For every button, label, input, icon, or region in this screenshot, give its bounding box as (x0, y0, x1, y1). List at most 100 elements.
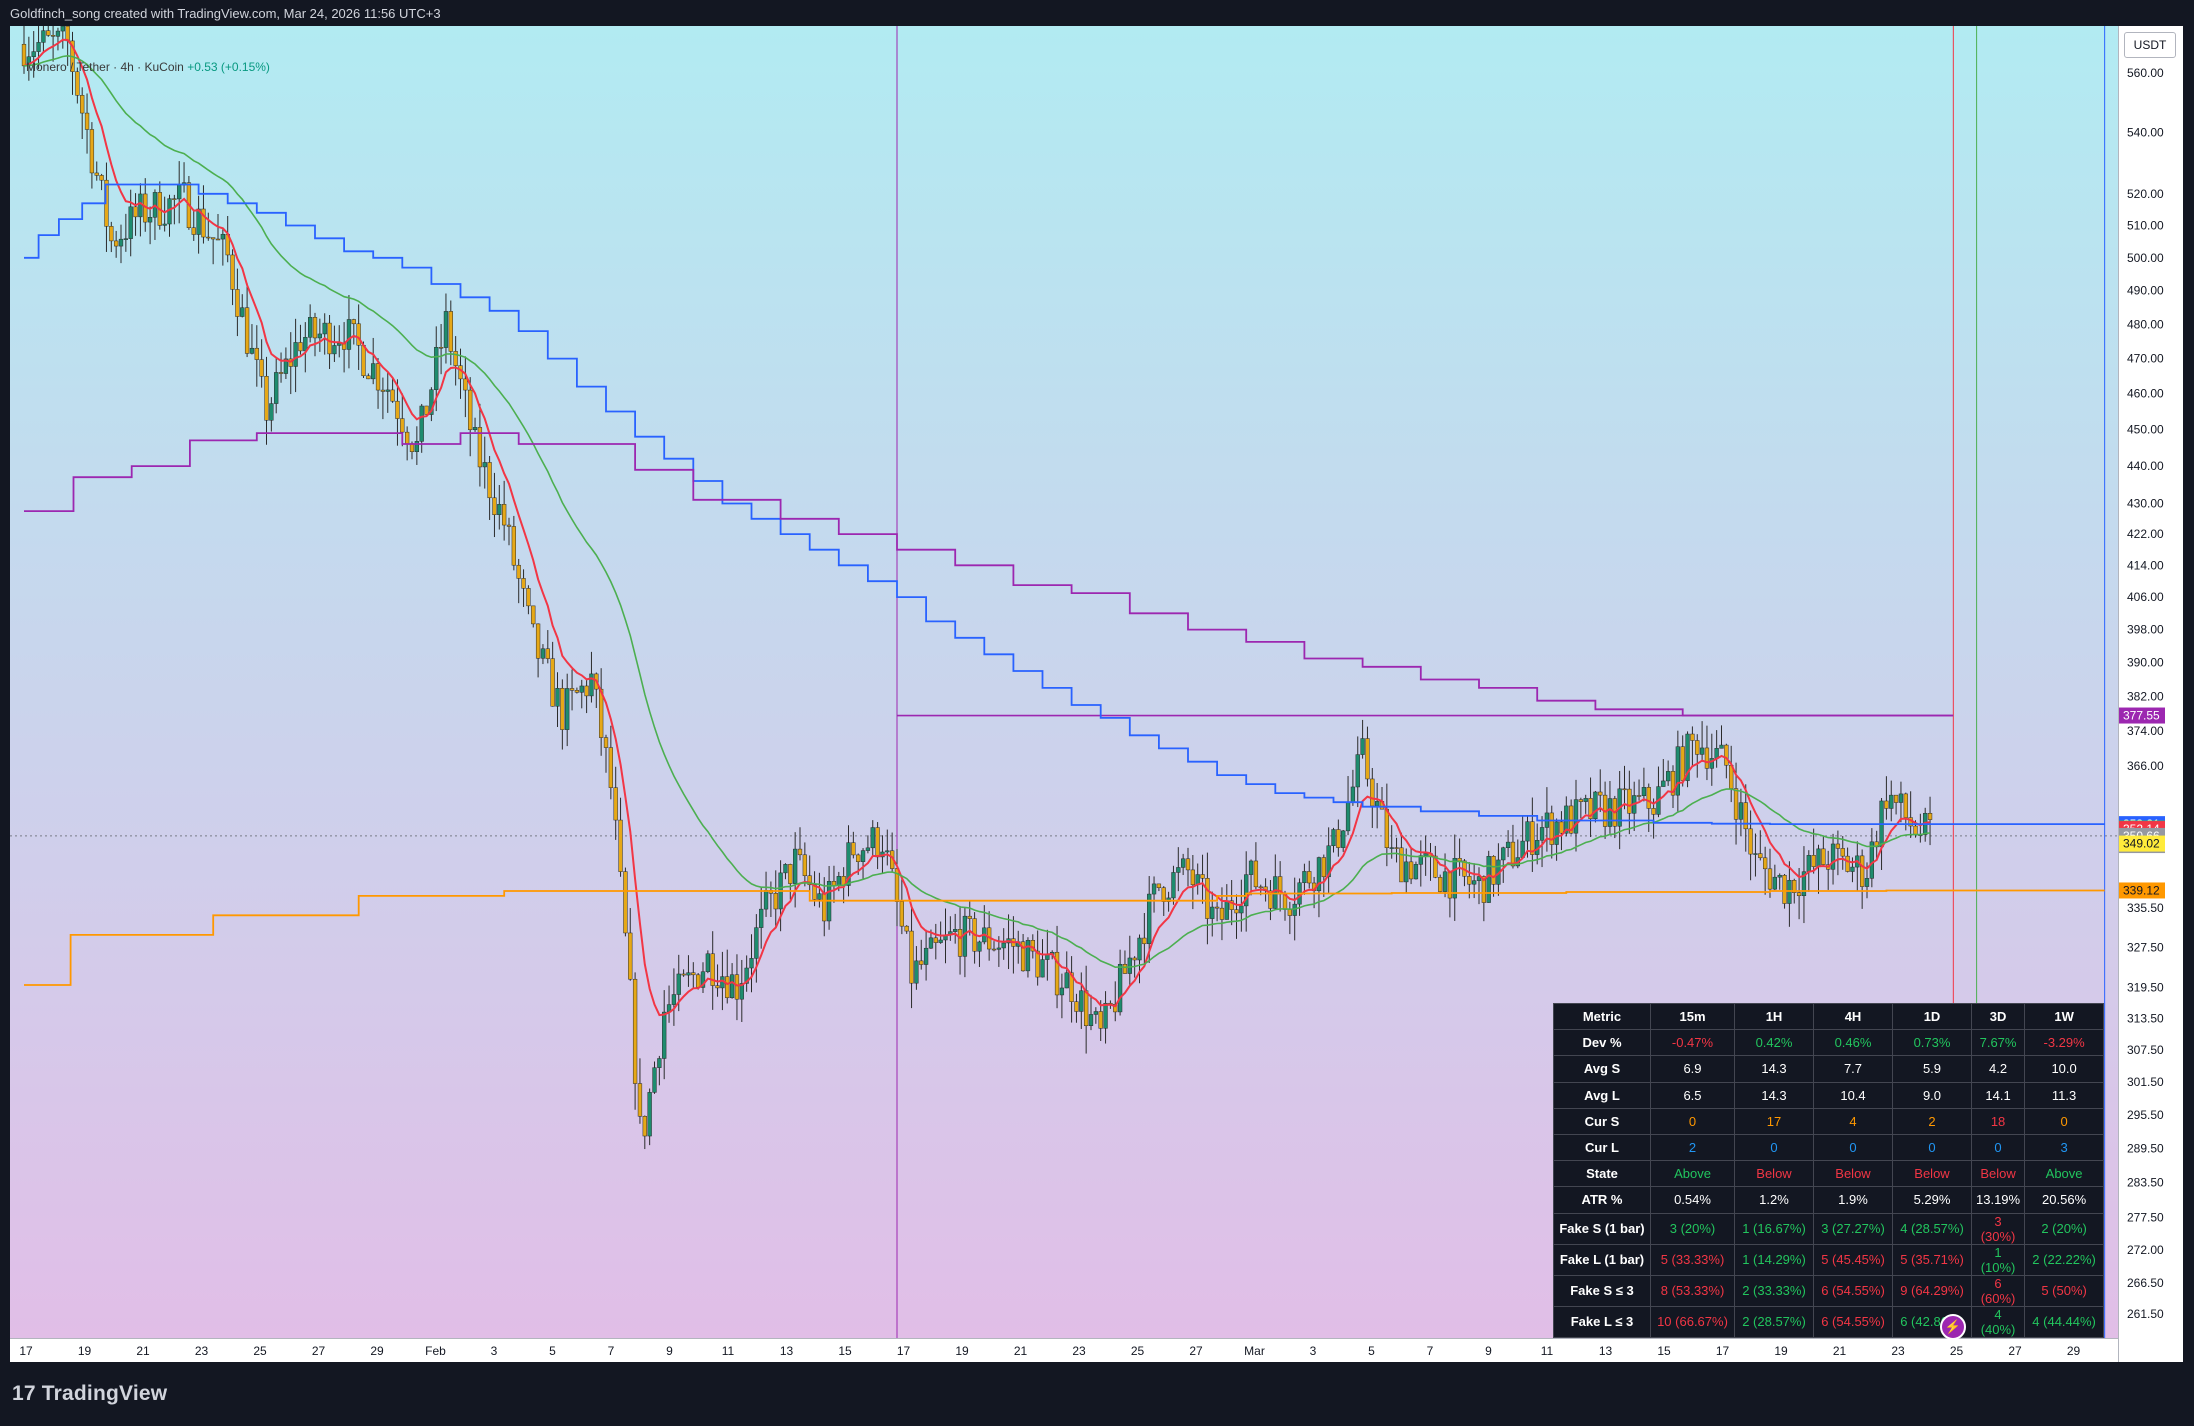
metrics-cell: 4 (1813, 1107, 1893, 1135)
metrics-cell: 6.5 (1650, 1081, 1735, 1109)
time-tick-label: 19 (955, 1344, 969, 1358)
time-tick-label: 7 (1427, 1344, 1434, 1358)
metrics-cell: 0 (1813, 1133, 1893, 1162)
metrics-cell: 0.73% (1892, 1029, 1972, 1057)
metrics-cell: 1.9% (1813, 1186, 1893, 1214)
candle (1593, 790, 1598, 823)
time-tick-label: 21 (1833, 1344, 1847, 1358)
metrics-row-label: State (1553, 1160, 1651, 1188)
candle (1685, 731, 1690, 788)
price-tick-label: 520.00 (2127, 187, 2164, 201)
time-tick-label: Feb (425, 1344, 446, 1358)
bottom-bar (0, 1362, 2194, 1426)
metrics-header-cell: 1H (1734, 1002, 1814, 1031)
metrics-cell: 5.9 (1892, 1055, 1972, 1083)
metrics-cell: 10 (66.67%) (1650, 1305, 1735, 1338)
price-tick-label: 283.50 (2127, 1175, 2164, 1189)
candle (623, 867, 628, 937)
metrics-cell: 0 (1734, 1133, 1814, 1162)
price-tick-label: 398.00 (2127, 623, 2164, 637)
metrics-cell: 3 (27.27%) (1813, 1212, 1893, 1245)
price-tick-label: 307.50 (2127, 1043, 2164, 1057)
metrics-cell: 4.2 (1970, 1055, 2026, 1083)
time-tick-label: 5 (1368, 1344, 1375, 1358)
metrics-row: Fake L (1 bar) 5 (33.33%) 1 (14.29%) 5 (45.… (1553, 1243, 2105, 1276)
metrics-row-label: Fake L ≤ 3 (1553, 1305, 1651, 1338)
metrics-row: Dev % -0.47% 0.42% 0.46% 0.73% 7.67% -3.29% (1553, 1029, 2105, 1057)
metrics-row-label: Fake S ≤ 3 (1553, 1274, 1651, 1307)
metrics-row-label: Cur L (1553, 1133, 1651, 1162)
price-tick-label: 510.00 (2127, 218, 2164, 232)
time-tick-label: 15 (1657, 1344, 1671, 1358)
metrics-cell: 3 (2024, 1133, 2105, 1162)
metrics-cell: 1 (10%) (1970, 1243, 2026, 1276)
price-tick-label: 261.50 (2127, 1307, 2164, 1321)
metrics-header-cell: 4H (1813, 1002, 1893, 1031)
metrics-cell: 10.0 (2024, 1055, 2105, 1083)
price-axis[interactable]: 560.00 540.00 520.00 510.00 500.00 490.00 480.… (2118, 26, 2183, 1362)
metrics-cell: 2 (20%) (2024, 1212, 2105, 1245)
tradingview-logo-icon: 17 (12, 1382, 36, 1405)
time-tick-label: 25 (1131, 1344, 1145, 1358)
metrics-row-label: Avg S (1553, 1055, 1651, 1083)
metrics-cell: 2 (22.22%) (2024, 1243, 2105, 1276)
price-tick-label: 450.00 (2127, 422, 2164, 436)
time-axis[interactable]: 17 19 21 23 25 27 29 Feb 3 5 7 9 11 13 15 17 19 21 23 25 27 M… (10, 1338, 2118, 1363)
metrics-cell: 14.3 (1734, 1055, 1814, 1083)
candle (1438, 874, 1443, 893)
metrics-cell: 7.7 (1813, 1055, 1893, 1083)
price-tick-label: 560.00 (2127, 66, 2164, 80)
price-badge: 349.02 (2119, 835, 2165, 852)
price-tick-label: 500.00 (2127, 251, 2164, 265)
metrics-cell: 7.67% (1970, 1029, 2026, 1057)
metrics-cell: 11.3 (2024, 1081, 2105, 1109)
price-tick-label: 540.00 (2127, 125, 2164, 139)
metrics-cell: Above (2024, 1160, 2105, 1188)
time-tick-label: 23 (1891, 1344, 1905, 1358)
metrics-cell: -3.29% (2024, 1029, 2105, 1057)
metrics-cell: 20.56% (2024, 1186, 2105, 1214)
metrics-cell: 0 (2024, 1107, 2105, 1135)
time-tick-label: 27 (1189, 1344, 1203, 1358)
bolt-icon[interactable]: ⚡ (1940, 1314, 1966, 1340)
currency-selector[interactable]: USDT (2124, 32, 2176, 58)
time-tick-label: 27 (312, 1344, 326, 1358)
time-tick-label: 27 (2008, 1344, 2022, 1358)
time-tick-label: 15 (838, 1344, 852, 1358)
price-tick-label: 480.00 (2127, 317, 2164, 331)
price-badge: 377.55 (2119, 707, 2165, 724)
metrics-cell: 5 (45.45%) (1813, 1243, 1893, 1276)
time-tick-label: 17 (19, 1344, 33, 1358)
metrics-cell: 2 (1650, 1133, 1735, 1162)
metrics-cell: 6 (54.55%) (1813, 1274, 1893, 1307)
metrics-cell: 1 (14.29%) (1734, 1243, 1814, 1276)
price-tick-label: 430.00 (2127, 497, 2164, 511)
price-tick-label: 422.00 (2127, 527, 2164, 541)
top-bar: Goldfinch_song created with TradingView.… (0, 0, 2194, 26)
time-tick-label: 11 (722, 1344, 735, 1358)
time-tick-label: 13 (1599, 1344, 1613, 1358)
metrics-row: Fake L ≤ 3 10 (66.67%) 2 (28.57%) 6 (54.55%… (1553, 1305, 2105, 1338)
metrics-row: State Above Below Below Below Below Above (1553, 1160, 2105, 1188)
time-tick-label: 11 (1541, 1344, 1554, 1358)
metrics-header-cell: 1D (1892, 1002, 1972, 1031)
time-tick-label: 23 (1072, 1344, 1086, 1358)
metrics-cell: 0 (1650, 1107, 1735, 1135)
metrics-cell: 6 (60%) (1970, 1274, 2026, 1307)
time-tick-label: 21 (136, 1344, 150, 1358)
metrics-cell: 0.46% (1813, 1029, 1893, 1057)
metrics-cell: 3 (30%) (1970, 1212, 2026, 1245)
time-tick-label: 5 (549, 1344, 556, 1358)
symbol-legend[interactable]: Monero / Tether · 4h · KuCoin +0.53 (+0.… (26, 60, 270, 74)
price-tick-label: 414.00 (2127, 558, 2164, 572)
svg-text:349.02: 349.02 (2123, 837, 2160, 851)
metrics-cell: 6 (54.55%) (1813, 1305, 1893, 1338)
metrics-cell: 17 (1734, 1107, 1814, 1135)
price-tick-label: 366.00 (2127, 759, 2164, 773)
tradingview-logo[interactable]: 17 TradingView (12, 1382, 167, 1406)
svg-text:339.12: 339.12 (2123, 883, 2160, 897)
metrics-cell: 9.0 (1892, 1081, 1972, 1109)
metrics-cell: 1.2% (1734, 1186, 1814, 1214)
price-tick-label: 390.00 (2127, 656, 2164, 670)
time-tick-label: 19 (78, 1344, 92, 1358)
